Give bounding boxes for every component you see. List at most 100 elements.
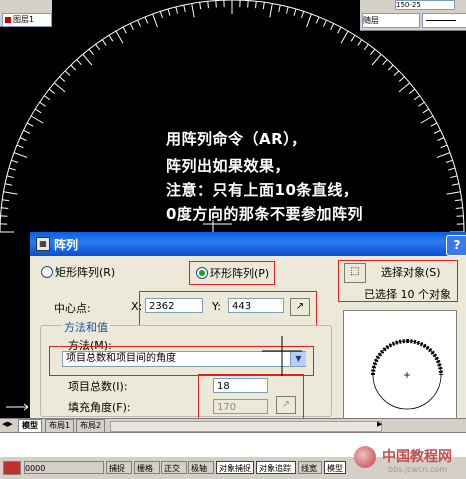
linetype-combo[interactable] (422, 13, 466, 28)
status-button[interactable]: 捕捉 (106, 461, 132, 474)
cursor-crosshair (262, 336, 302, 376)
protractor-tick (324, 20, 327, 26)
pick-angle-button[interactable]: ↗ (276, 396, 296, 414)
status-button[interactable]: 正交 (161, 461, 187, 474)
protractor-tick (364, 44, 368, 50)
watermark-name: 中国教程网 (382, 446, 452, 466)
protractor-tick (96, 44, 100, 50)
protractor-tick (71, 65, 76, 70)
protractor-tick (316, 17, 319, 23)
status-button[interactable]: 对象捕捉 (216, 461, 254, 474)
protractor-tick (441, 145, 447, 148)
protractor-tick (138, 20, 141, 26)
protractor-tick (123, 27, 126, 33)
protractor-tick (4, 192, 18, 194)
protractor-tick (419, 102, 425, 106)
protractor-tick (31, 116, 43, 123)
watermark-logo-icon (354, 446, 376, 468)
items-field[interactable]: 18 (213, 378, 268, 393)
pick-point-icon: ↗ (296, 301, 304, 312)
scroll-right-icon[interactable]: ▶ (377, 420, 382, 428)
protractor-tick (65, 71, 70, 76)
protractor-tick (116, 31, 123, 43)
status-button[interactable]: 栅格 (134, 461, 160, 474)
protractor-tick (438, 138, 444, 141)
protractor-tick (263, 2, 264, 9)
protractor-tick (423, 109, 429, 113)
items-label: 项目总数(I): (68, 378, 128, 394)
tab-layout1[interactable]: 布局1 (45, 419, 74, 433)
rect-array-label[interactable]: 矩形阵列(R) (55, 264, 115, 280)
dialog-titlebar[interactable] (30, 232, 466, 256)
select-objects-button[interactable]: ⬚ (344, 263, 366, 283)
protractor-tick (388, 65, 393, 70)
tab-nav-arrows[interactable]: ◀▶ (2, 420, 13, 428)
protractor-tick (130, 23, 133, 29)
rect-array-radio[interactable] (41, 266, 53, 278)
protractor-tick (20, 138, 26, 141)
protractor-tick (89, 49, 93, 55)
selected-count-text: 已选择 10 个对象 (364, 286, 451, 302)
protractor-tick (421, 116, 433, 123)
protractor-tick (331, 23, 334, 29)
protractor-tick (256, 1, 257, 8)
protractor-tick (109, 35, 113, 41)
status-button[interactable]: 模型 (324, 461, 346, 474)
protractor-tick (176, 7, 178, 14)
note-line-1: 用阵列命令（AR）， (166, 128, 307, 149)
protractor-tick (447, 192, 461, 194)
tab-model[interactable]: 模型 (18, 419, 42, 433)
protractor-tick (60, 77, 65, 82)
protractor-tick (409, 89, 415, 93)
protractor-tick (11, 160, 18, 162)
protractor-tick (456, 208, 463, 209)
coordinate-readout: 0000 (24, 461, 104, 474)
pick-center-button[interactable]: ↗ (290, 298, 310, 316)
watermark-url: bbs.jcwcn.com (388, 465, 447, 474)
protractor-tick (431, 123, 437, 126)
layer-combo[interactable]: 图层1 (2, 13, 52, 27)
array-app-icon: ▦ (36, 237, 50, 251)
center-y-field[interactable]: 443 (228, 298, 284, 313)
tab-layout2[interactable]: 布局2 (76, 419, 105, 433)
help-button[interactable]: ? (446, 235, 466, 256)
x-label: X: (131, 300, 142, 313)
status-left-icon (3, 461, 21, 475)
select-objects-label[interactable]: 选择对象(S) (381, 264, 441, 280)
protractor-tick (54, 83, 65, 92)
protractor-tick (160, 11, 162, 18)
protractor-tick (286, 7, 288, 14)
protractor-tick (208, 1, 209, 8)
protractor-tick (302, 11, 304, 18)
fill-angle-field[interactable]: 170 (213, 399, 268, 414)
pick-angle-icon: ↗ (282, 399, 290, 410)
method-group-label: 方法和值 (62, 319, 110, 335)
protractor-tick (351, 35, 355, 41)
protractor-tick (83, 54, 92, 65)
protractor-tick (192, 4, 194, 18)
protractor-tick (279, 5, 280, 12)
color-combo[interactable]: 随层 (362, 13, 420, 28)
status-button[interactable]: 极轴 (188, 461, 214, 474)
protractor-tick (414, 96, 420, 100)
preview-graphic (344, 311, 456, 423)
horizontal-scrollbar[interactable] (110, 421, 382, 432)
protractor-tick (102, 40, 106, 46)
protractor-tick (371, 49, 375, 55)
protractor-tick (77, 60, 82, 65)
center-x-field[interactable]: 2362 (145, 298, 203, 313)
polar-array-label[interactable]: 环形阵列(P) (210, 265, 269, 281)
top-small-combo[interactable]: 150-25 (395, 0, 455, 10)
ucs-icon (2, 395, 32, 417)
protractor-tick (437, 153, 450, 158)
status-button[interactable]: 对象追踪 (256, 461, 296, 474)
polar-array-radio[interactable] (196, 267, 208, 279)
protractor-tick (372, 54, 381, 65)
protractor-tick (49, 89, 55, 93)
status-button[interactable]: 线宽 (298, 461, 322, 474)
array-preview (343, 310, 457, 424)
protractor-tick (341, 31, 348, 43)
protractor-tick (23, 130, 29, 133)
protractor-tick (35, 109, 41, 113)
dialog-title: 阵列 (54, 236, 78, 253)
